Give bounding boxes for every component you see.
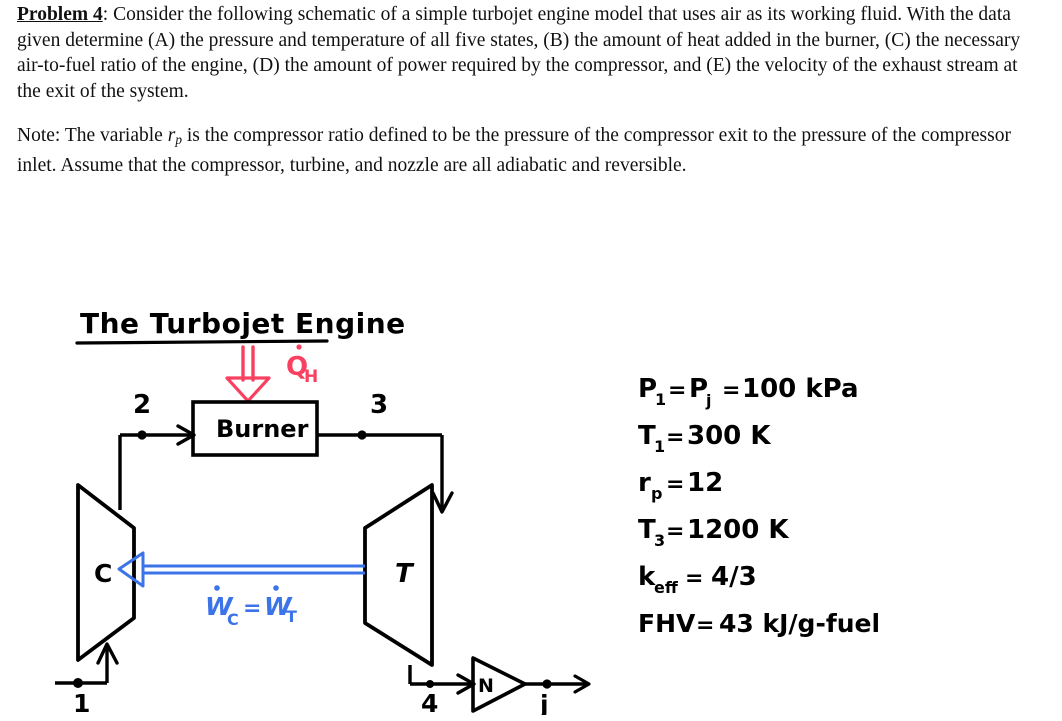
given-5-rhs: 4/3 [711, 562, 757, 592]
node-state-j [542, 679, 552, 689]
note-variable-subscript: p [175, 132, 182, 148]
problem-statement: Problem 4: Consider the following schema… [17, 2, 1042, 178]
pipe-state2 [118, 424, 196, 510]
given-2-lhs-sub: 1 [654, 437, 665, 456]
note-paragraph: Note: The variable rp is the compressor … [17, 123, 1042, 178]
state-label-1: 1 [73, 689, 90, 715]
given-6-lhs: FHV [638, 609, 696, 638]
state-label-j: j [539, 690, 549, 715]
given-4-lhs-sub: 3 [654, 531, 665, 550]
given-3-eq1: = [666, 472, 684, 497]
note-prefix: Note: The variable [17, 125, 168, 147]
turbine-label: T [395, 559, 415, 589]
problem-paragraph: Problem 4: Consider the following schema… [17, 2, 1042, 104]
given-5-eq1: = [685, 566, 703, 591]
given-1-lhs-sub: 1 [655, 390, 666, 409]
work-compressor-subscript: C [227, 610, 239, 629]
work-compressor-dot [214, 585, 220, 591]
given-line-2: T 1 = 300 K [638, 421, 771, 456]
given-3-lhs-sub: p [651, 484, 662, 503]
given-line-5: k eff = 4/3 [638, 562, 757, 597]
given-1-rhs: 100 kPa [742, 374, 859, 404]
given-1-eq2: = [722, 378, 740, 403]
given-6-rhs: 43 kJ/g-fuel [719, 609, 880, 638]
given-4-rhs: 1200 K [687, 515, 789, 545]
pipe-state4 [408, 665, 476, 695]
pipe-state-j [523, 674, 591, 694]
heat-input-arrow [225, 345, 271, 403]
given-3-rhs: 12 [687, 468, 723, 498]
given-line-4: T 3 = 1200 K [638, 515, 789, 550]
heat-label-dot [296, 344, 302, 350]
given-5-lhs-sub: eff [654, 578, 679, 597]
state-label-2: 2 [133, 390, 151, 420]
shaft-work-label: W C = W T [205, 585, 297, 629]
given-3-lhs: r [638, 468, 651, 498]
state-label-4: 4 [421, 689, 438, 715]
shaft-work-arrow [117, 551, 365, 588]
note-variable: rp [168, 125, 182, 148]
compressor-label: C [94, 559, 112, 588]
work-turbine-subscript: T [286, 607, 297, 626]
heat-input-label: Q H [286, 344, 318, 387]
given-4-eq1: = [666, 519, 684, 544]
problem-body: Consider the following schematic of a si… [17, 4, 1021, 102]
given-1-eq1: = [668, 378, 686, 403]
given-2-eq1: = [666, 425, 684, 450]
nozzle-label: N [478, 675, 494, 697]
problem-label: Problem 4 [17, 4, 103, 25]
given-6-eq1: = [696, 613, 714, 638]
heat-label-subscript: H [304, 367, 318, 387]
given-2-rhs: 300 K [687, 421, 771, 451]
given-line-1: P 1 = P j = 100 kPa [638, 374, 859, 410]
diagram-title: The Turbojet Engine [80, 307, 406, 340]
state-label-3: 3 [370, 390, 388, 420]
pipe-state1 [55, 642, 119, 685]
node-state-2 [137, 430, 147, 440]
work-equals-sign: = [243, 596, 261, 621]
node-state-4 [426, 680, 434, 688]
burner-label: Burner [216, 415, 309, 443]
given-line-3: r p = 12 [638, 468, 723, 503]
diagram-title-underline [75, 339, 329, 345]
node-state-3 [357, 430, 367, 440]
turbojet-schematic: The Turbojet Engine Q H Burner 2 3 C T W… [55, 285, 635, 715]
given-1-mid-sub: j [705, 391, 711, 410]
given-data-list: P 1 = P j = 100 kPa T 1 = 300 K r p = 12… [636, 368, 966, 668]
node-state-1 [73, 678, 83, 688]
work-turbine-dot [273, 585, 279, 591]
given-line-6: FHV = 43 kJ/g-fuel [638, 609, 880, 638]
